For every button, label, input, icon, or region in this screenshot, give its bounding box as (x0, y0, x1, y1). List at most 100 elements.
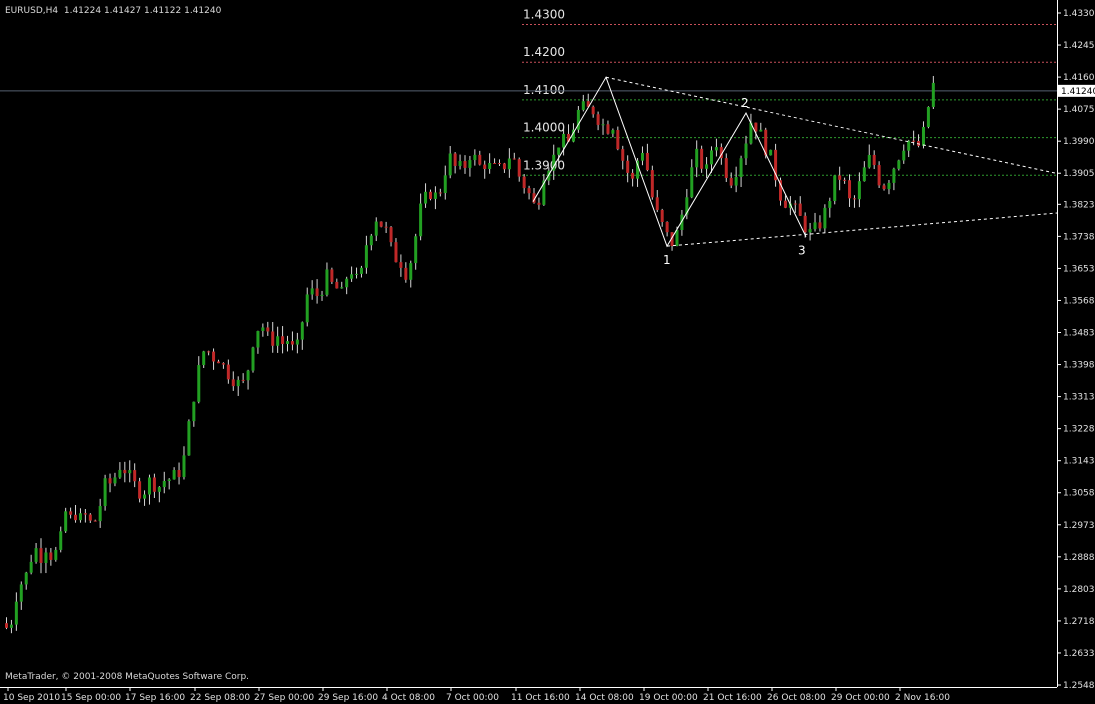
candle-body (507, 158, 511, 170)
candle-body (744, 143, 748, 159)
candle-body (428, 191, 432, 199)
ohlc-label: 1.41224 1.41427 1.41122 1.41240 (63, 6, 222, 16)
time-tick-label: 19 Oct 00:00 (639, 693, 698, 703)
candle-body (167, 479, 171, 482)
candle-body (69, 511, 73, 515)
price-tick-label: 1.36530 (1063, 264, 1095, 274)
price-tick-label: 1.25480 (1063, 681, 1095, 691)
candle-body (818, 222, 822, 229)
candle-body (14, 601, 18, 625)
candle-body (355, 273, 359, 275)
time-tick-label: 10 Sep 2010 (3, 693, 60, 703)
chart-window[interactable]: 1.43305 1.42455 1.41605 1.40755 1.39905 1.390… (0, 0, 1095, 704)
candle-body (872, 154, 876, 166)
time-tick-label: 26 Oct 08:00 (767, 693, 826, 703)
price-chart[interactable]: 1.43305 1.42455 1.41605 1.40755 1.39905 1.390… (0, 0, 1095, 704)
candle-body (177, 469, 181, 478)
candle-body (34, 548, 38, 562)
candle-body (384, 226, 388, 228)
price-tick-label: 1.42455 (1063, 41, 1095, 51)
price-tick-label: 1.39055 (1063, 169, 1095, 179)
candle-body (877, 165, 881, 186)
candle-body (256, 331, 260, 348)
level-label: 1.4100 (523, 83, 565, 97)
time-tick-label: 22 Sep 08:00 (190, 693, 250, 703)
candle-body (729, 177, 733, 186)
candle-body (527, 188, 531, 194)
candle-body (19, 584, 23, 602)
candle-body (261, 327, 265, 332)
candle-body (409, 263, 413, 280)
candle-body (118, 469, 122, 478)
copyright-text: MetaTrader, © 2001-2008 MetaQuotes Softw… (5, 672, 250, 682)
candle-body (892, 168, 896, 183)
wave-label: 1 (663, 253, 671, 267)
candle-body (83, 513, 87, 515)
candle-body (207, 351, 211, 353)
candle-body (152, 477, 156, 492)
candle-body (310, 288, 314, 295)
candle-body (340, 287, 344, 289)
wave-label: 2 (741, 96, 749, 110)
time-tick-label: 4 Oct 08:00 (382, 693, 435, 703)
candle-body (123, 469, 127, 474)
candle-body (433, 192, 437, 199)
candle-body (591, 106, 595, 115)
candle-body (606, 124, 610, 134)
candle-body (463, 161, 467, 168)
current-price-label: 1.41240 (1061, 87, 1095, 97)
candle-body (616, 130, 620, 150)
candle-body (453, 153, 457, 166)
candle-body (823, 207, 827, 229)
candle-body (798, 203, 802, 216)
candle-body (5, 623, 8, 628)
candle-body (502, 163, 506, 170)
candle-body (315, 288, 319, 296)
candle-body (695, 148, 699, 168)
price-tick-label: 1.34830 (1063, 329, 1095, 339)
candle-body (281, 336, 285, 345)
price-tick-label: 1.27180 (1063, 617, 1095, 627)
candle-body (473, 154, 477, 161)
candle-body (335, 281, 339, 289)
candle-body (700, 148, 704, 169)
candle-body (739, 158, 743, 177)
time-tick-label: 29 Sep 16:00 (318, 693, 378, 703)
candle-body (848, 180, 852, 199)
candle-body (626, 160, 630, 173)
candle-body (359, 267, 363, 274)
candle-body (443, 175, 447, 194)
candle-body (103, 478, 107, 507)
candle-body (621, 149, 625, 161)
candle-body (843, 179, 847, 181)
candle-body (29, 561, 33, 573)
price-tick-label: 1.28030 (1063, 585, 1095, 595)
price-tick-label: 1.26330 (1063, 649, 1095, 659)
candle-body (133, 470, 137, 482)
price-tick-label: 1.33130 (1063, 393, 1095, 403)
candle-body (793, 203, 797, 205)
candle-body (562, 133, 566, 148)
chart-header: EURUSD,H4 1.41224 1.41427 1.41122 1.4124… (5, 6, 221, 16)
candle-body (709, 150, 713, 165)
candle-body (902, 150, 906, 161)
candle-body (424, 191, 428, 204)
candle-body (448, 153, 452, 176)
candle-body (557, 147, 561, 155)
candle-body (478, 154, 482, 165)
candle-body (172, 469, 176, 480)
candle-body (266, 327, 270, 332)
candle-body (759, 129, 763, 132)
candle-body (74, 514, 78, 521)
candle-body (241, 379, 245, 381)
price-tick-label: 1.43305 (1063, 9, 1095, 19)
level-label: 1.4200 (523, 45, 565, 59)
candle-body (714, 147, 718, 151)
price-tick-label: 1.32280 (1063, 425, 1095, 435)
candle-body (404, 267, 408, 280)
candle-body (54, 549, 58, 560)
candle-body (675, 229, 679, 246)
time-tick-label: 17 Sep 16:00 (125, 693, 185, 703)
candle-body (921, 126, 925, 146)
candle-body (488, 163, 492, 169)
